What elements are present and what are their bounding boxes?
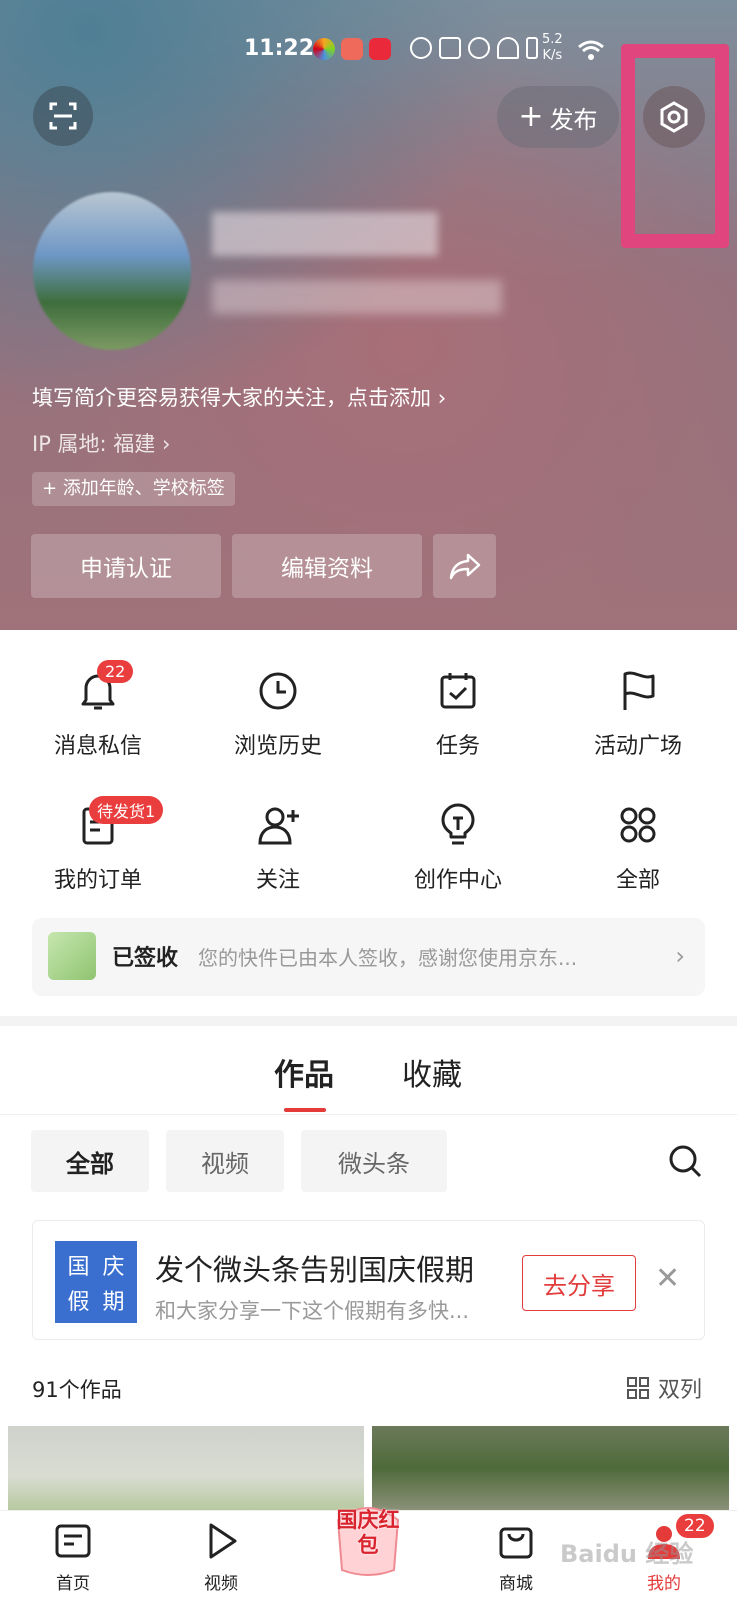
tab-works[interactable]: 作品: [274, 1050, 334, 1094]
notice-title: 已签收: [112, 946, 179, 971]
status-time: 11:22: [244, 36, 315, 61]
app-pinwheel-icon: [313, 38, 335, 60]
quick-action-messages[interactable]: 22 消息私信: [6, 660, 190, 760]
quick-action-history[interactable]: 浏览历史: [186, 666, 370, 760]
grid-icon: [620, 807, 656, 843]
scan-button[interactable]: [33, 86, 93, 146]
headphones-icon: [497, 37, 519, 59]
plus-icon: +: [42, 478, 63, 499]
battery-saver-icon: [526, 37, 538, 59]
grid-view-icon: [627, 1377, 649, 1399]
promo-card[interactable]: 国 庆 假 期 发个微头条告别国庆假期 和大家分享一下这个假期有多快... 去分…: [32, 1220, 705, 1340]
close-icon[interactable]: ✕: [655, 1261, 680, 1296]
nav-mall[interactable]: 商城: [456, 1519, 576, 1594]
nav-home[interactable]: 首页: [13, 1519, 133, 1594]
chevron-right-icon: ›: [161, 432, 171, 456]
user-stats-blurred: [212, 280, 502, 314]
add-user-icon: [258, 807, 299, 845]
bio-prompt[interactable]: 填写简介更容易获得大家的关注，点击添加 ›: [32, 382, 446, 412]
notification-app-icons: [313, 38, 391, 60]
wifi-icon: [578, 40, 604, 60]
flag-icon: [623, 671, 655, 710]
verify-button[interactable]: 申请认证: [31, 534, 221, 598]
delivery-notice[interactable]: 已签收 您的快件已由本人签收，感谢您使用京东... ›: [32, 918, 705, 996]
app-mail-icon: [341, 38, 363, 60]
orders-badge: 待发货1: [89, 796, 164, 824]
search-icon[interactable]: [666, 1142, 706, 1182]
profile-header: 11:22 5.2 K/s + 发布 填写简介更容易获得大家的关注，点击添加 ›…: [0, 0, 737, 630]
work-thumbnail[interactable]: [372, 1426, 729, 1510]
calendar-check-icon: [440, 673, 476, 709]
section-divider: [0, 1016, 737, 1026]
quick-action-orders[interactable]: 待发货1 我的订单: [6, 796, 190, 894]
clock-icon: [259, 672, 297, 710]
notice-text: 您的快件已由本人签收，感谢您使用京东...: [198, 946, 578, 970]
network-speed: 5.2 K/s: [542, 32, 563, 63]
messages-badge: 22: [97, 660, 134, 683]
username-blurred: [212, 212, 438, 256]
avatar[interactable]: [33, 192, 191, 350]
product-thumbnail: [48, 932, 96, 980]
status-indicators: [410, 37, 538, 59]
filter-video[interactable]: 视频: [166, 1130, 284, 1192]
national-day-image: 国 庆 假 期: [55, 1241, 137, 1323]
chevron-right-icon: ›: [675, 942, 685, 970]
alarm-icon: [468, 37, 490, 59]
lightbulb-icon: [441, 803, 475, 845]
quick-action-tasks[interactable]: 任务: [366, 666, 550, 760]
quick-action-creator-center[interactable]: 创作中心: [366, 800, 550, 894]
app-xiaohongshu-icon: [369, 38, 391, 60]
play-icon: [209, 1523, 237, 1559]
quick-action-activity-plaza[interactable]: 活动广场: [546, 666, 730, 760]
annotation-highlight-box: [621, 44, 729, 248]
go-share-button[interactable]: 去分享: [522, 1255, 636, 1311]
shopping-bag-icon: [499, 1527, 533, 1559]
tabs-separator: [0, 1114, 737, 1115]
scan-icon: [49, 102, 77, 130]
chevron-right-icon: ›: [437, 386, 447, 410]
work-thumbnail[interactable]: [8, 1426, 364, 1510]
quick-action-follow[interactable]: 关注: [186, 800, 370, 894]
share-arrow-icon: [449, 553, 480, 580]
add-tag-button[interactable]: + 添加年龄、学校标签: [32, 472, 235, 506]
promo-title: 发个微头条告别国庆假期: [155, 1253, 475, 1287]
quick-action-all[interactable]: 全部: [546, 800, 730, 894]
share-button[interactable]: [433, 534, 496, 598]
active-tab-indicator: [284, 1108, 326, 1112]
promo-subtitle: 和大家分享一下这个假期有多快...: [155, 1299, 470, 1323]
filter-all[interactable]: 全部: [31, 1130, 149, 1192]
publish-button[interactable]: + 发布: [497, 86, 619, 148]
home-icon: [55, 1524, 91, 1558]
plus-icon: +: [518, 99, 544, 134]
nfc-icon: [439, 37, 461, 59]
edit-profile-button[interactable]: 编辑资料: [232, 534, 422, 598]
works-count: 91个作品: [32, 1378, 122, 1402]
watermark: Baidu 经验: [560, 1540, 694, 1568]
view-mode-toggle[interactable]: 双列: [626, 1372, 702, 1404]
nav-video[interactable]: 视频: [161, 1519, 281, 1594]
publish-label: 发布: [549, 105, 598, 134]
ip-location[interactable]: IP 属地: 福建 ›: [32, 428, 170, 458]
tab-favorites[interactable]: 收藏: [402, 1050, 462, 1094]
filter-micro-post[interactable]: 微头条: [301, 1130, 447, 1192]
nav-national-day-redpacket[interactable]: 国庆红包: [330, 1500, 406, 1578]
hd-icon: [410, 37, 432, 59]
